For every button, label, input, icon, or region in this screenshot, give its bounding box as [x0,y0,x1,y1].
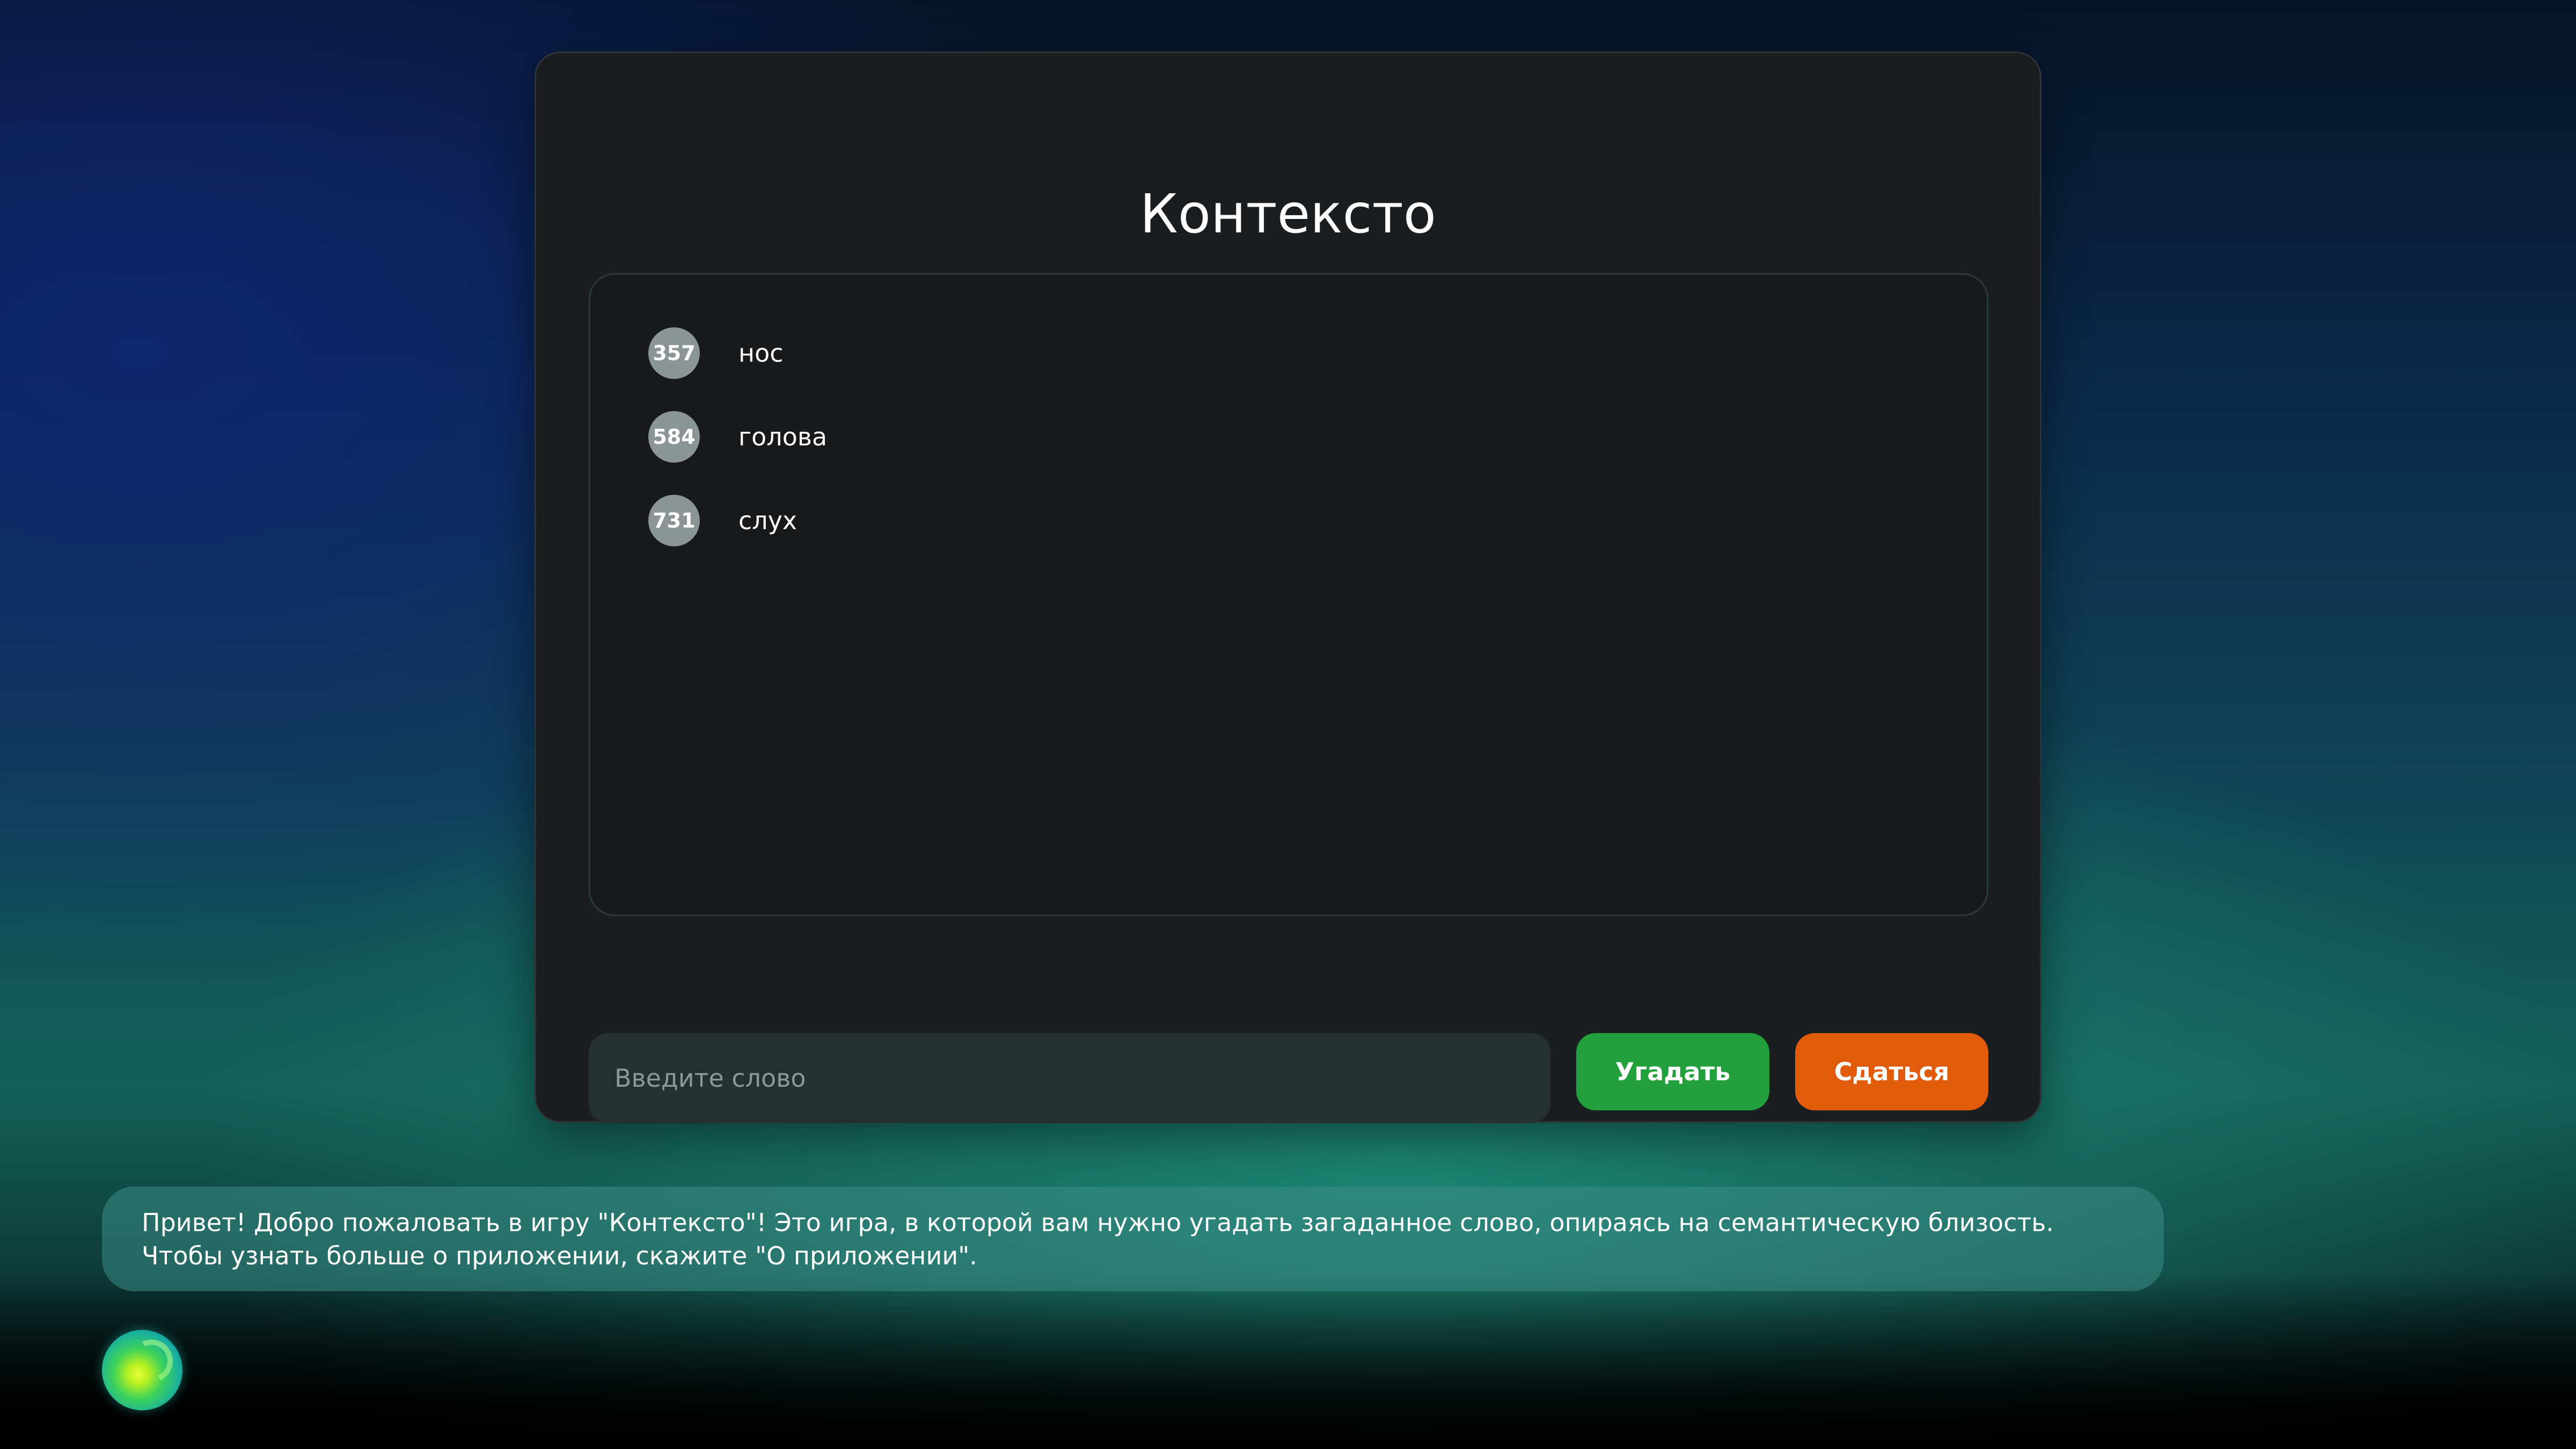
rank-badge: 731 [648,495,700,546]
list-item: 584 голова [648,411,827,463]
guess-word: нос [738,339,784,368]
guess-word: голова [738,422,828,451]
assistant-message: Привет! Добро пожаловать в игру "Контекс… [102,1187,2164,1291]
game-title: Контексто [1139,182,1437,245]
list-item: 357 нос [648,327,784,379]
give-up-button[interactable]: Сдаться [1795,1033,1988,1110]
word-input[interactable] [589,1033,1550,1123]
assistant-orb-icon[interactable] [102,1330,182,1410]
background-bottom-fade [0,1272,2576,1449]
assistant-message-line: Привет! Добро пожаловать в игру "Контекс… [142,1208,2054,1237]
rank-badge: 584 [648,411,700,463]
rank-badge: 357 [648,327,700,379]
guess-word: слух [738,506,797,535]
list-item: 731 слух [648,495,797,546]
game-card: Контексто 357 нос 584 голова 731 слух Уг… [535,52,2041,1123]
assistant-message-line: Чтобы узнать больше о приложении, скажит… [142,1241,978,1270]
guess-button[interactable]: Угадать [1576,1033,1769,1110]
guess-list: 357 нос 584 голова 731 слух [589,273,1988,916]
